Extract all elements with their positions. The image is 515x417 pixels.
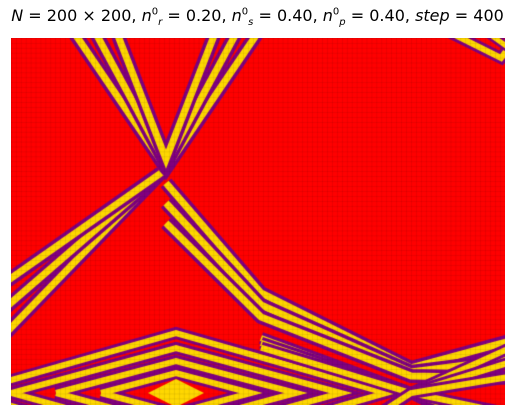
title-p-value: 0.40 — [369, 6, 405, 25]
title-step-symbol: step — [415, 6, 450, 25]
title-sep: , — [312, 6, 318, 25]
title-eq: = — [258, 6, 272, 25]
lattice-canvas — [11, 38, 505, 405]
figure-title: N = 200 × 200, n0r = 0.20, n0s = 0.40, n… — [0, 6, 515, 32]
lattice-plot — [11, 38, 505, 405]
title-p-symbol: n — [322, 6, 333, 25]
title-r-value: 0.20 — [185, 6, 222, 25]
title-eq: = — [454, 6, 469, 25]
title-s-sub: s — [248, 17, 254, 29]
title-eq: = — [167, 6, 181, 25]
title-n-symbol: N — [11, 6, 24, 25]
title-sep: , — [404, 6, 410, 25]
title-s-value: 0.40 — [276, 6, 313, 25]
title-r-symbol: n — [141, 6, 152, 25]
title-sep: , — [131, 6, 137, 25]
title-s-symbol: n — [231, 6, 242, 25]
title-eq: = — [350, 6, 365, 25]
title-sep: , — [221, 6, 227, 25]
title-r-sub: r — [158, 17, 163, 29]
title-step-value: 400 — [473, 6, 504, 25]
title-n-value: 200 × 200 — [46, 6, 132, 25]
title-eq: = — [28, 6, 42, 25]
title-p-sub: p — [339, 17, 346, 29]
